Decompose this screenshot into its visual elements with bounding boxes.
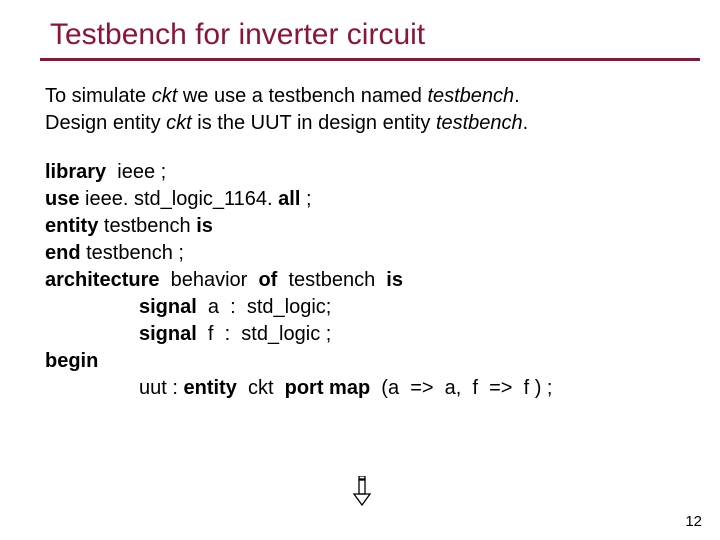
kw-of: of: [253, 269, 283, 291]
kw-is: is: [196, 215, 213, 237]
down-arrow-icon: [352, 476, 372, 506]
kw-use: use: [45, 188, 79, 210]
kw-signal: signal: [139, 323, 202, 345]
kw-signal: signal: [139, 296, 202, 318]
intro-text-part: we use a testbench named: [177, 85, 427, 107]
intro-text-part: To simulate: [45, 85, 152, 107]
kw-entity: entity: [45, 215, 104, 237]
code-text: ckt: [242, 377, 279, 399]
code-text: behavior: [165, 269, 253, 291]
code-text: testbench: [104, 215, 196, 237]
code-text: (a => a, f => f ) ;: [376, 377, 553, 399]
intro-text-ckt: ckt: [152, 85, 178, 107]
intro-text-testbench: testbench: [436, 112, 523, 134]
page-number: 12: [685, 513, 702, 530]
code-text: f : std_logic ;: [202, 323, 331, 345]
code-text: testbench ;: [81, 242, 184, 264]
kw-library: library: [45, 161, 112, 183]
code-text: ;: [300, 188, 311, 210]
intro-text-part: .: [523, 112, 529, 134]
intro-text: To simulate ckt we use a testbench named…: [45, 83, 686, 137]
title-rule: [40, 58, 700, 61]
intro-text-part: is the UUT in design entity: [192, 112, 436, 134]
intro-text-part: .: [514, 85, 520, 107]
kw-architecture: architecture: [45, 269, 165, 291]
kw-port-map: port map: [279, 377, 376, 399]
kw-entity: entity: [183, 377, 242, 399]
code-text: ieee ;: [112, 161, 166, 183]
code-text: uut :: [139, 377, 183, 399]
code-text: ieee. std_logic_1164.: [79, 188, 278, 210]
kw-end: end: [45, 242, 81, 264]
kw-all: all: [278, 188, 300, 210]
intro-text-testbench: testbench: [427, 85, 514, 107]
kw-begin: begin: [45, 350, 98, 372]
kw-is: is: [381, 269, 403, 291]
intro-text-part: Design entity: [45, 112, 166, 134]
code-text: a : std_logic;: [202, 296, 331, 318]
slide-title: Testbench for inverter circuit: [50, 18, 686, 52]
code-text: testbench: [283, 269, 381, 291]
code-block: library ieee ; use ieee. std_logic_1164.…: [45, 159, 686, 402]
intro-text-ckt: ckt: [166, 112, 192, 134]
